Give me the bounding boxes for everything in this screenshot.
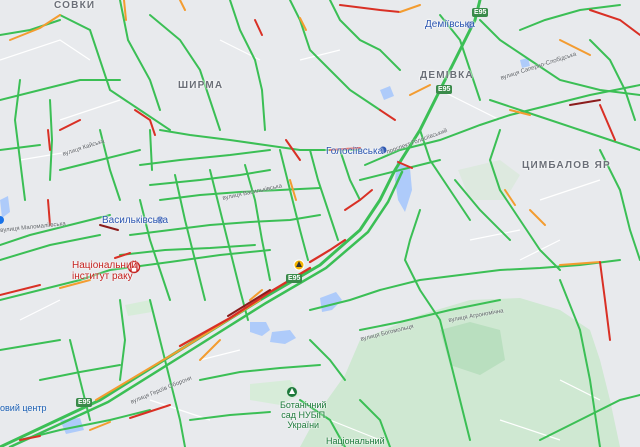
hospital-marker[interactable] — [127, 260, 141, 274]
road-badge-e95-mid: E95 — [436, 85, 453, 94]
incident-marker[interactable] — [293, 259, 305, 271]
map-canvas[interactable] — [0, 0, 640, 447]
road-badge-e95-top: E95 — [472, 8, 489, 17]
traffic-map[interactable]: СОВКИ ШИРМА ДЕМІВКА ЦИМБАЛОВ ЯР Деміївсь… — [0, 0, 640, 447]
garden-marker[interactable] — [287, 387, 297, 397]
road-badge-e95-bottom: E95 — [76, 398, 93, 407]
road-badge-e95-low: E95 — [286, 274, 303, 283]
